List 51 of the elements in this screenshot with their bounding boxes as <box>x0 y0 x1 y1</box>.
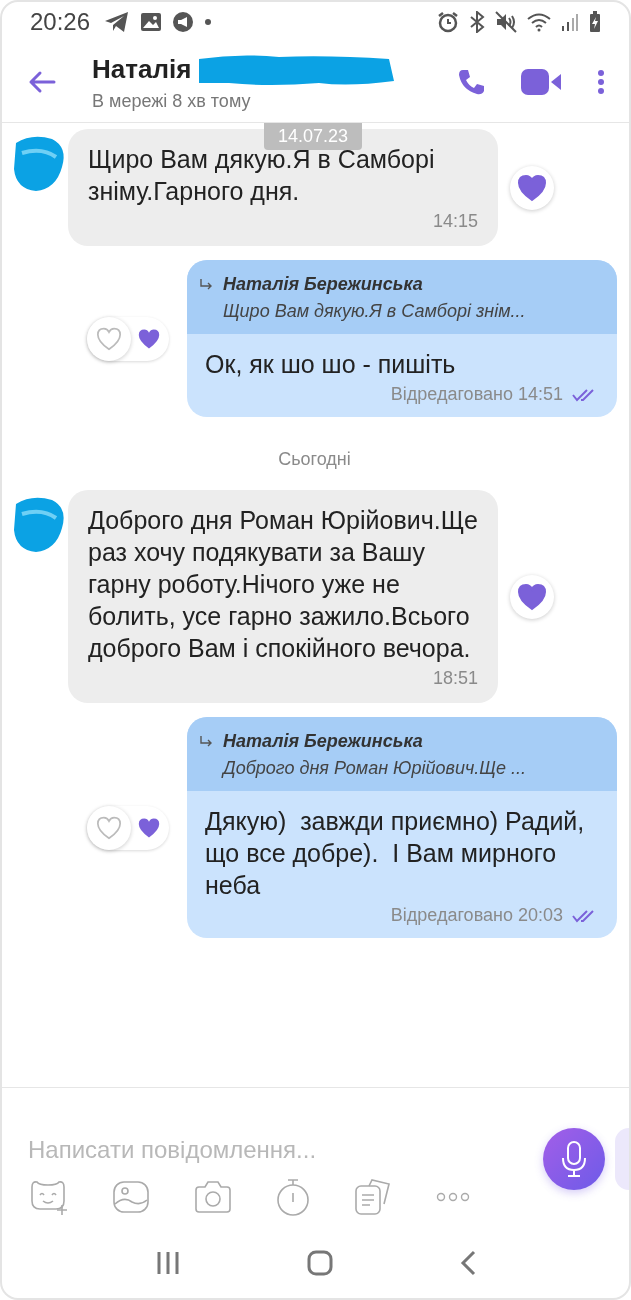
battery-icon <box>589 11 601 33</box>
send-button-edge <box>615 1128 629 1190</box>
more-icon[interactable] <box>597 69 605 95</box>
microphone-icon <box>561 1140 587 1178</box>
reply-icon <box>199 735 213 749</box>
message-time: 18:51 <box>432 668 478 689</box>
quoted-reply[interactable]: Наталія Бережинська Доброго дня Роман Юрійович.Ще ... <box>187 717 617 791</box>
back-icon[interactable] <box>28 70 56 94</box>
like-button[interactable] <box>510 165 554 210</box>
contact-name: Наталія <box>92 54 192 85</box>
like-button[interactable] <box>510 574 554 619</box>
home-icon[interactable] <box>307 1250 334 1276</box>
timer-icon[interactable] <box>276 1178 310 1216</box>
heart-outline-icon <box>96 326 122 351</box>
quote-text: Доброго дня Роман Юрійович.Ще ... <box>223 758 527 779</box>
documents-icon[interactable] <box>354 1178 392 1216</box>
message-text: Ок, як шо шо - пишіть <box>205 349 457 380</box>
mute-icon <box>495 11 517 33</box>
megaphone-icon <box>172 11 195 33</box>
bluetooth-icon <box>469 11 485 33</box>
message-text: Доброго дня Роман Юрійович.Ще раз хочу подякувати за Вашу гарну роботу.Нічого уже не болить, усе гарно зажило.Всього доброго Вам і спокійного вечора. <box>88 505 478 664</box>
back-nav-icon[interactable] <box>459 1250 476 1276</box>
sticker-icon[interactable] <box>28 1179 68 1215</box>
phone-icon[interactable] <box>457 68 485 96</box>
date-separator: Сьогодні <box>278 449 351 470</box>
telegram-icon <box>104 11 131 33</box>
more-icon[interactable] <box>436 1192 470 1202</box>
camera-icon[interactable] <box>194 1180 232 1214</box>
quoted-reply[interactable]: Наталія Бережинська Щиро Вам дякую.Я в Самборі знім... <box>187 260 617 334</box>
alarm-icon <box>437 11 459 33</box>
quote-text: Щиро Вам дякую.Я в Самборі знім... <box>223 301 526 322</box>
status-time: 20:26 <box>30 8 91 36</box>
message-time: 14:15 <box>432 211 478 232</box>
quote-author: Наталія Бережинська <box>223 274 424 295</box>
dot-icon <box>204 18 213 26</box>
image-icon <box>140 12 163 32</box>
online-status: В мережі 8 хв тому <box>92 90 252 112</box>
message-time: Відредаговано 14:51 <box>390 384 563 405</box>
message-input[interactable]: Написати повідомлення... <box>28 1130 543 1170</box>
video-call-icon[interactable] <box>521 68 561 96</box>
gallery-icon[interactable] <box>112 1180 150 1214</box>
wifi-icon <box>527 12 551 32</box>
date-badge: 14.07.23 <box>264 123 363 150</box>
heart-outline-icon <box>96 815 122 840</box>
reply-icon <box>199 278 213 292</box>
signal-icon <box>561 12 579 32</box>
quote-author: Наталія Бережинська <box>223 731 424 752</box>
message-time: Відредаговано 20:03 <box>390 905 563 926</box>
voice-button[interactable] <box>543 1128 605 1190</box>
recent-apps-icon[interactable] <box>155 1251 182 1275</box>
message-text: Дякую) завжди приємно) Радий, що все добре). І Вам мирного неба <box>205 806 586 901</box>
